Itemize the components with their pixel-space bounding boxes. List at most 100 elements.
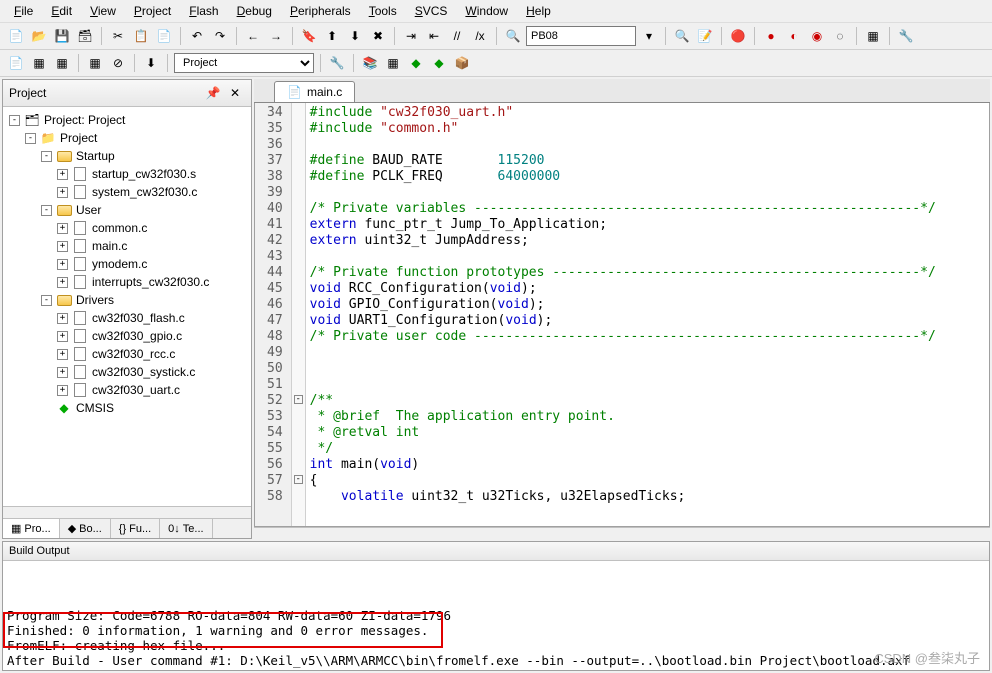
tab-templates[interactable]: 0↓ Te...: [160, 519, 212, 538]
target-options-icon[interactable]: 🔧: [327, 53, 347, 73]
tree-node[interactable]: +common.c: [3, 219, 251, 237]
tree-expand-icon[interactable]: -: [41, 205, 52, 216]
tree-node[interactable]: -🗂Project: Project: [3, 111, 251, 129]
tab-functions[interactable]: {} Fu...: [111, 519, 160, 538]
editor-tab-main[interactable]: 📄 main.c: [274, 81, 355, 102]
code-editor[interactable]: 3435363738394041424344454647484950515253…: [254, 103, 990, 527]
breakpoint-clear-icon[interactable]: ◌: [830, 26, 850, 46]
bookmark-prev-icon[interactable]: ⬆: [322, 26, 342, 46]
redo-icon[interactable]: ↷: [210, 26, 230, 46]
tree-node[interactable]: -Startup: [3, 147, 251, 165]
bookmark-clear-icon[interactable]: ✖: [368, 26, 388, 46]
breakpoint-icon[interactable]: ●: [761, 26, 781, 46]
tree-expand-icon[interactable]: +: [57, 259, 68, 270]
build-output-text[interactable]: Program Size: Code=6788 RO-data=804 RW-d…: [3, 561, 989, 670]
tree-expand-icon[interactable]: +: [57, 223, 68, 234]
menu-project[interactable]: Project: [126, 2, 179, 20]
close-icon[interactable]: ✕: [225, 83, 245, 103]
insert-icon[interactable]: 📝: [695, 26, 715, 46]
tree-node[interactable]: +cw32f030_gpio.c: [3, 327, 251, 345]
tree-node[interactable]: +cw32f030_uart.c: [3, 381, 251, 399]
save-all-icon[interactable]: 🗃: [75, 26, 95, 46]
tree-node[interactable]: +cw32f030_rcc.c: [3, 345, 251, 363]
target-select[interactable]: Project: [174, 53, 314, 73]
batch-build-icon[interactable]: ▦: [85, 53, 105, 73]
menu-edit[interactable]: Edit: [43, 2, 80, 20]
undo-icon[interactable]: ↶: [187, 26, 207, 46]
paste-icon[interactable]: 📄: [154, 26, 174, 46]
fold-icon[interactable]: -: [294, 395, 303, 404]
pack-icon[interactable]: ◆: [406, 53, 426, 73]
find-combo[interactable]: [526, 26, 636, 46]
manage-icon[interactable]: 📚: [360, 53, 380, 73]
tree-node[interactable]: +cw32f030_flash.c: [3, 309, 251, 327]
debug-start-icon[interactable]: 🔴: [728, 26, 748, 46]
stop-build-icon[interactable]: ⊘: [108, 53, 128, 73]
tab-books[interactable]: ◆ Bo...: [60, 519, 111, 538]
tree-expand-icon[interactable]: -: [41, 151, 52, 162]
config-icon[interactable]: 🔧: [896, 26, 916, 46]
menu-tools[interactable]: Tools: [361, 2, 405, 20]
tree-expand-icon[interactable]: +: [57, 331, 68, 342]
tree-node[interactable]: +interrupts_cw32f030.c: [3, 273, 251, 291]
menu-peripherals[interactable]: Peripherals: [282, 2, 359, 20]
comment-icon[interactable]: //: [447, 26, 467, 46]
tree-expand-icon[interactable]: +: [57, 367, 68, 378]
build-icon[interactable]: ▦: [29, 53, 49, 73]
menu-help[interactable]: Help: [518, 2, 559, 20]
breakpoint3-icon[interactable]: ◉: [807, 26, 827, 46]
menu-view[interactable]: View: [82, 2, 124, 20]
menu-debug[interactable]: Debug: [229, 2, 280, 20]
tree-node[interactable]: +main.c: [3, 237, 251, 255]
menu-window[interactable]: Window: [457, 2, 516, 20]
nav-back-icon[interactable]: ←: [243, 26, 263, 46]
fold-icon[interactable]: -: [294, 475, 303, 484]
tree-node[interactable]: -Drivers: [3, 291, 251, 309]
tree-node[interactable]: +cw32f030_systick.c: [3, 363, 251, 381]
debug-icon[interactable]: 🔍: [672, 26, 692, 46]
tree-node[interactable]: +startup_cw32f030.s: [3, 165, 251, 183]
tree-node[interactable]: +ymodem.c: [3, 255, 251, 273]
tree-expand-icon[interactable]: -: [41, 295, 52, 306]
tree-node[interactable]: -📁Project: [3, 129, 251, 147]
tree-expand-icon[interactable]: +: [57, 187, 68, 198]
open-file-icon[interactable]: 📂: [29, 26, 49, 46]
menu-flash[interactable]: Flash: [181, 2, 226, 20]
new-file-icon[interactable]: 📄: [6, 26, 26, 46]
tree-expand-icon[interactable]: +: [57, 385, 68, 396]
tree-expand-icon[interactable]: +: [57, 277, 68, 288]
cut-icon[interactable]: ✂: [108, 26, 128, 46]
rebuild-icon[interactable]: ▦: [52, 53, 72, 73]
project-tree[interactable]: -🗂Project: Project-📁Project-Startup+star…: [3, 107, 251, 506]
indent-out-icon[interactable]: ⇤: [424, 26, 444, 46]
manage3-icon[interactable]: 📦: [452, 53, 472, 73]
tree-node[interactable]: +system_cw32f030.c: [3, 183, 251, 201]
tree-expand-icon[interactable]: +: [57, 241, 68, 252]
copy-icon[interactable]: 📋: [131, 26, 151, 46]
tab-project[interactable]: ▦ Pro...: [3, 519, 60, 538]
tree-expand-icon[interactable]: +: [57, 169, 68, 180]
translate-icon[interactable]: 📄: [6, 53, 26, 73]
tree-expand-icon[interactable]: -: [9, 115, 20, 126]
tree-expand-icon[interactable]: -: [25, 133, 36, 144]
tree-node[interactable]: -User: [3, 201, 251, 219]
pack2-icon[interactable]: ◆: [429, 53, 449, 73]
menu-svcs[interactable]: SVCS: [407, 2, 456, 20]
tree-expand-icon[interactable]: +: [57, 349, 68, 360]
find-drop-icon[interactable]: ▾: [639, 26, 659, 46]
tree-node[interactable]: ◆CMSIS: [3, 399, 251, 417]
download-icon[interactable]: ⬇: [141, 53, 161, 73]
breakpoint2-icon[interactable]: ◐: [784, 26, 804, 46]
bookmark-icon[interactable]: 🔖: [299, 26, 319, 46]
indent-in-icon[interactable]: ⇥: [401, 26, 421, 46]
menu-file[interactable]: File: [6, 2, 41, 20]
uncomment-icon[interactable]: /x: [470, 26, 490, 46]
tree-expand-icon[interactable]: +: [57, 313, 68, 324]
nav-fwd-icon[interactable]: →: [266, 26, 286, 46]
manage2-icon[interactable]: ▦: [383, 53, 403, 73]
save-icon[interactable]: 💾: [52, 26, 72, 46]
bookmark-next-icon[interactable]: ⬇: [345, 26, 365, 46]
window-icon[interactable]: ▦: [863, 26, 883, 46]
pin-icon[interactable]: 📌: [203, 83, 223, 103]
find-icon[interactable]: 🔍: [503, 26, 523, 46]
